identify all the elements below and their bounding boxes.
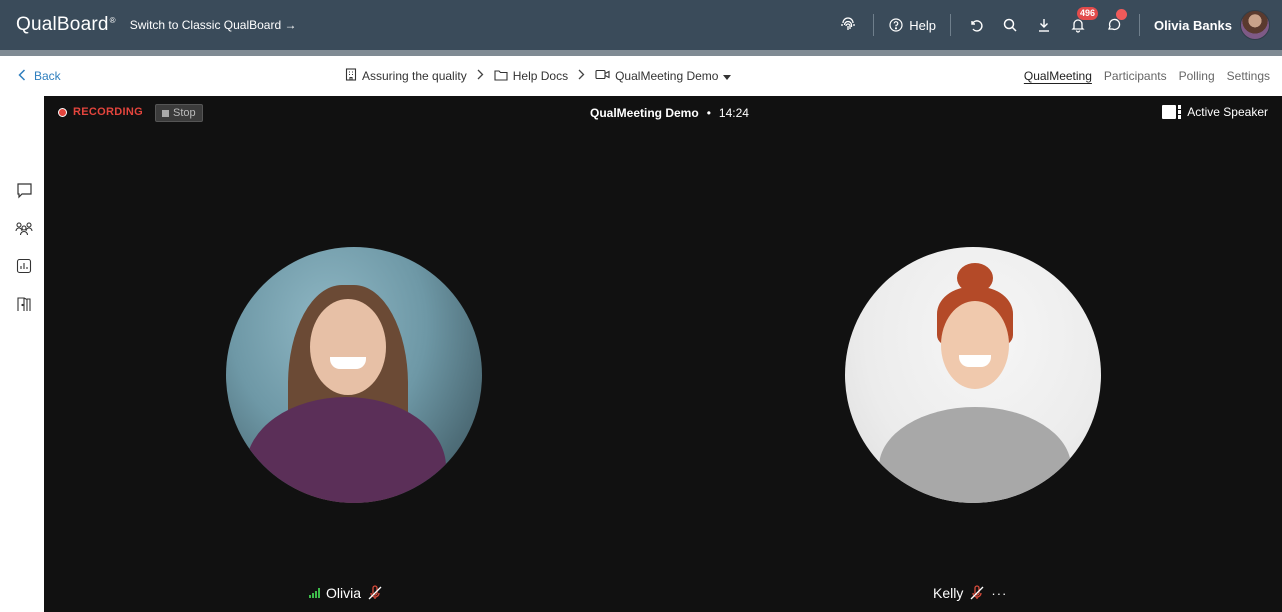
participant-name: Olivia <box>326 585 362 601</box>
user-name[interactable]: Olivia Banks <box>1154 18 1232 33</box>
meeting-separator: • <box>706 106 711 120</box>
search-icon[interactable] <box>999 14 1021 36</box>
undo-icon[interactable] <box>965 14 987 36</box>
download-icon[interactable] <box>1033 14 1055 36</box>
mic-muted-icon[interactable] <box>367 585 383 601</box>
fingerprint-icon[interactable] <box>837 14 859 36</box>
help-button[interactable]: Help <box>888 17 936 33</box>
breadcrumb-project[interactable]: Assuring the quality <box>345 68 467 84</box>
notification-count-badge: 496 <box>1076 7 1098 20</box>
brand-registered-mark: ® <box>109 16 116 25</box>
stop-label: Stop <box>173 107 196 119</box>
meeting-tabs: QualMeeting Participants Polling Setting… <box>1024 69 1270 83</box>
signal-strength-icon <box>309 588 320 598</box>
breadcrumb-meeting-label: QualMeeting Demo <box>615 69 719 83</box>
recording-label: RECORDING <box>73 106 143 118</box>
view-mode-label: Active Speaker <box>1187 105 1268 119</box>
left-sidebar <box>0 96 44 612</box>
divider <box>949 14 951 36</box>
breadcrumb-folder-label: Help Docs <box>512 69 569 83</box>
chevron-left-icon <box>18 68 26 84</box>
meeting-elapsed-time: 14:24 <box>718 106 749 120</box>
tab-settings[interactable]: Settings <box>1227 69 1270 83</box>
participant-label-kelly: Kelly ··· <box>933 585 1007 601</box>
chevron-right-icon <box>578 69 585 83</box>
avatar[interactable] <box>1240 10 1270 40</box>
caret-down-icon <box>723 69 732 83</box>
help-label: Help <box>909 17 936 33</box>
more-options-icon[interactable]: ··· <box>991 586 1007 601</box>
header-actions: Help 496 Olivia Banks <box>837 0 1270 50</box>
meeting-toolbar: Back Assuring the quality Help Docs Qual… <box>0 56 1282 96</box>
back-label: Back <box>34 69 61 83</box>
participant-photo-olivia <box>226 247 482 503</box>
breadcrumb: Assuring the quality Help Docs QualMeeti… <box>345 68 732 84</box>
mic-muted-icon[interactable] <box>969 585 985 601</box>
tab-qualmeeting[interactable]: QualMeeting <box>1024 69 1092 83</box>
back-button[interactable]: Back <box>18 68 61 84</box>
stop-square-icon <box>162 109 169 117</box>
exit-door-icon[interactable] <box>14 294 34 314</box>
top-navigation-bar: QualBoard ® Switch to Classic QualBoard … <box>0 0 1282 50</box>
bell-icon[interactable]: 496 <box>1067 7 1098 36</box>
breadcrumb-folder[interactable]: Help Docs <box>494 69 568 84</box>
app-logo[interactable]: QualBoard ® <box>16 14 116 36</box>
breadcrumb-meeting[interactable]: QualMeeting Demo <box>595 69 732 83</box>
view-mode-toggle[interactable]: Active Speaker <box>1162 105 1268 119</box>
participant-label-olivia: Olivia <box>309 585 383 601</box>
meeting-stage: RECORDING Stop QualMeeting Demo • 14:24 … <box>44 96 1282 612</box>
active-speaker-icon <box>1162 105 1182 119</box>
participants-icon[interactable] <box>14 218 34 238</box>
switch-to-classic-label: Switch to Classic QualBoard → <box>129 18 297 32</box>
divider <box>873 14 875 36</box>
chevron-right-icon <box>477 69 484 83</box>
chat-unread-dot <box>1115 9 1127 20</box>
building-icon <box>345 68 357 84</box>
stop-recording-button[interactable]: Stop <box>155 104 203 122</box>
divider <box>1138 14 1140 36</box>
poll-chart-icon[interactable] <box>14 256 34 276</box>
switch-to-classic-link[interactable]: Switch to Classic QualBoard → <box>130 18 297 32</box>
meeting-title: QualMeeting Demo <box>590 106 699 120</box>
recording-dot-icon <box>58 107 67 117</box>
tab-polling[interactable]: Polling <box>1179 69 1215 83</box>
folder-icon <box>494 69 508 84</box>
participant-photo-kelly <box>845 247 1101 503</box>
chat-bubble-icon[interactable] <box>14 180 34 200</box>
video-camera-icon <box>595 69 610 83</box>
brand-name: QualBoard <box>16 14 109 35</box>
help-circle-icon <box>888 17 904 33</box>
recording-indicator: RECORDING <box>58 106 143 118</box>
meeting-info: QualMeeting Demo • 14:24 <box>590 106 749 120</box>
tab-participants[interactable]: Participants <box>1104 69 1167 83</box>
participant-name: Kelly <box>933 585 964 601</box>
breadcrumb-project-label: Assuring the quality <box>362 69 467 83</box>
chat-icon[interactable] <box>1103 9 1127 36</box>
